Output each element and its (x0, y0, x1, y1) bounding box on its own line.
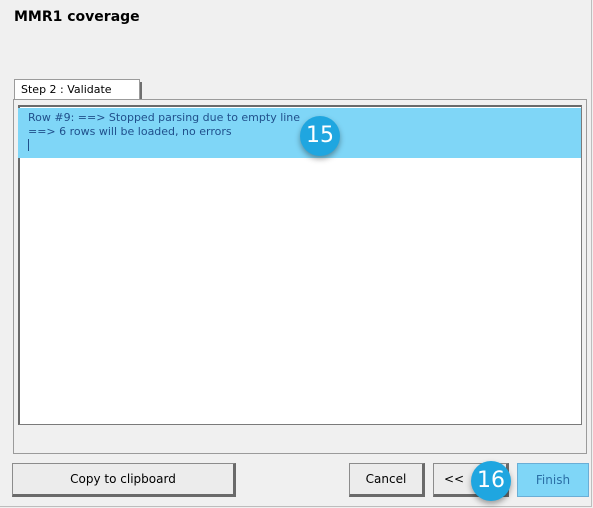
log-line: ==> 6 rows will be loaded, no errors (28, 125, 232, 138)
dialog-title: MMR1 coverage (14, 9, 140, 25)
finish-button[interactable]: Finish (517, 463, 589, 497)
tab-validate-data[interactable]: Step 2 : Validate data (14, 79, 142, 116)
step-badge: 16 (471, 461, 511, 501)
text-caret (28, 139, 29, 151)
copy-to-clipboard-button[interactable]: Copy to clipboard (12, 463, 236, 497)
log-line: Row #9: ==> Stopped parsing due to empty… (28, 111, 301, 124)
cancel-button[interactable]: Cancel (349, 463, 425, 497)
step-badge: 15 (300, 116, 340, 156)
